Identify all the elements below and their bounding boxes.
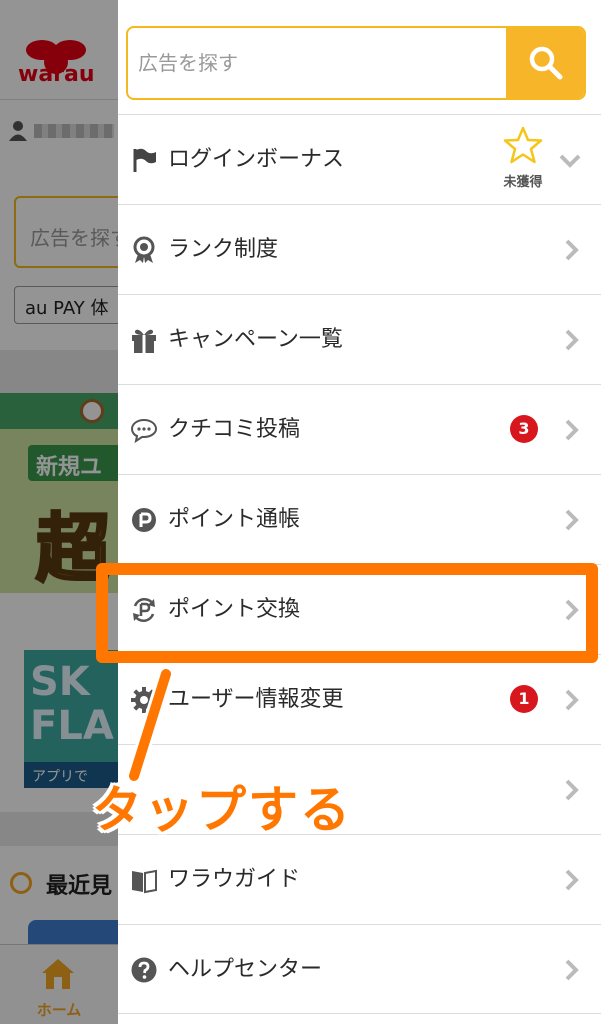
gift-icon — [132, 329, 156, 353]
login-bonus-status-label: 未獲得 — [503, 175, 543, 190]
medal-icon — [133, 236, 155, 263]
book-icon — [132, 869, 157, 894]
tap-callout-text: タップする — [92, 781, 352, 839]
highlight-frame — [96, 563, 598, 663]
menu-item-label: ランク制度 — [168, 237, 279, 262]
menu-item-label: キャンペーン一覧 — [168, 327, 343, 352]
chevron-right-icon — [565, 329, 579, 351]
menu-item-review-post[interactable]: クチコミ投稿 3 — [118, 384, 601, 474]
speech-bubble-icon — [130, 418, 158, 444]
menu-item-warau-guide[interactable]: ワラウガイド — [118, 834, 601, 924]
menu-item-label: ユーザー情報変更 — [168, 687, 344, 712]
menu-item-label: ヘルプセンター — [168, 957, 323, 982]
menu-item-rank-system[interactable]: ランク制度 — [118, 204, 601, 294]
drawer-search-input[interactable] — [128, 28, 506, 98]
menu-item-point-passbook[interactable]: ポイント通帳 — [118, 474, 601, 564]
drawer-search-bar — [126, 26, 586, 100]
flag-icon — [133, 148, 156, 172]
chevron-right-icon — [565, 869, 579, 891]
menu-item-login-bonus[interactable]: ログインボーナス 未獲得 — [118, 114, 601, 204]
menu-item-label: クチコミ投稿 — [168, 417, 301, 442]
menu-item-label: ログインボーナス — [168, 147, 345, 172]
menu-item-label: ポイント通帳 — [168, 507, 301, 532]
help-icon — [131, 957, 157, 983]
chevron-right-icon — [565, 779, 579, 801]
search-button[interactable] — [506, 28, 584, 98]
star-icon — [503, 126, 543, 164]
search-icon — [529, 46, 563, 80]
menu-item-campaign-list[interactable]: キャンペーン一覧 — [118, 294, 601, 384]
menu-item-help-center[interactable]: ヘルプセンター — [118, 924, 601, 1014]
chevron-right-icon — [565, 509, 579, 531]
menu-item-label: ワラウガイド — [168, 867, 301, 892]
chevron-right-icon — [565, 689, 579, 711]
chevron-right-icon — [565, 239, 579, 261]
chevron-right-icon — [565, 959, 579, 981]
chevron-down-icon — [559, 154, 581, 168]
notification-badge: 1 — [510, 685, 538, 713]
point-icon — [132, 508, 156, 532]
side-drawer: ログインボーナス 未獲得 ランク制度 — [118, 0, 601, 1024]
chevron-right-icon — [565, 419, 579, 441]
callout-pointer-line — [126, 666, 174, 784]
menu-item-user-info[interactable]: ユーザー情報変更 1 — [118, 654, 601, 744]
login-bonus-status: 未獲得 — [498, 125, 548, 195]
notification-badge: 3 — [510, 415, 538, 443]
